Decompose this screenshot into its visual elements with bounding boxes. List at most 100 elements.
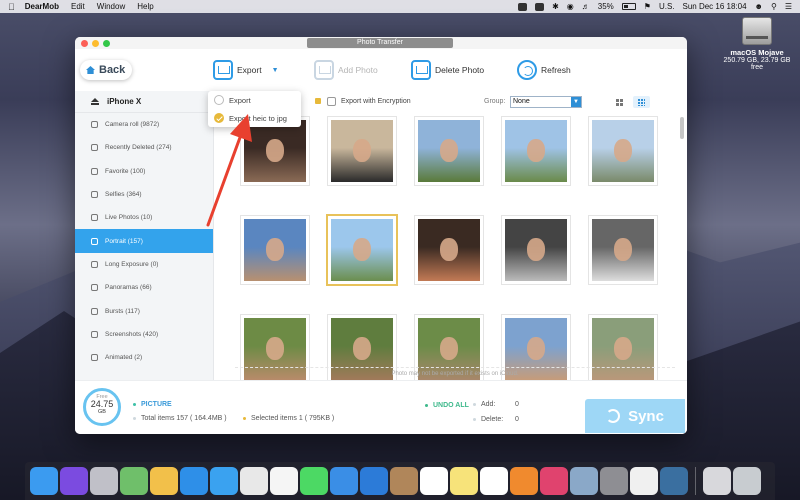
sidebar-item[interactable]: Recently Deleted (274) [75,136,213,159]
notes-icon[interactable] [450,467,478,495]
burst-icon [91,307,98,315]
add-photo-label: Add Photo [338,65,378,75]
reminders-icon[interactable] [480,467,508,495]
add-count-value: 0 [515,401,519,408]
storage-value: 24.75 [90,399,114,409]
menu-bar:  DearMob Edit Window Help ✱ ◉ ♬ 35% ⚑ U… [0,0,800,13]
finder-icon[interactable] [30,467,58,495]
siri-icon[interactable] [60,467,88,495]
notification-center-icon[interactable]: ☰ [785,2,792,11]
textedit-icon[interactable] [630,467,658,495]
photo-thumbnail[interactable] [589,216,657,284]
apple-icon[interactable]:  [8,2,15,12]
cast-icon[interactable] [518,2,528,11]
preview-icon[interactable] [570,467,598,495]
portrait-subject [526,237,546,262]
app-icon[interactable] [360,467,388,495]
wifi-icon[interactable]: ◉ [567,2,574,11]
photo-image [592,120,654,182]
encryption-checkbox[interactable] [327,97,336,106]
maps-icon[interactable] [120,467,148,495]
chrome-icon[interactable] [240,467,268,495]
volume-icon[interactable]: ♬ [582,2,590,11]
export-dropdown-icon[interactable]: ▼ [272,67,279,74]
clock[interactable]: Sun Dec 16 18:04 [683,2,747,11]
trash-icon[interactable] [733,467,761,495]
undo-all-button[interactable]: UNDO ALL [425,402,469,409]
speeko-icon[interactable] [540,467,568,495]
back-button[interactable]: Back [80,60,132,80]
export-menu-item-export[interactable]: Export [208,91,301,109]
sidebar-item[interactable]: Screenshots (420) [75,323,213,346]
menu-help[interactable]: Help [137,2,153,11]
photo-image [331,120,393,182]
photo-image [505,219,567,281]
portrait-subject [439,237,459,262]
app-store-icon[interactable] [180,467,208,495]
photo-thumbnail[interactable] [502,117,570,185]
photo-thumbnail[interactable] [502,216,570,284]
sidebar-item[interactable]: Favorite (100) [75,160,213,183]
messages-icon[interactable] [300,467,328,495]
bluetooth-icon[interactable]: ✱ [552,2,559,11]
sync-button[interactable]: Sync [585,399,685,433]
group-label: Group: [484,98,506,105]
calendar-icon[interactable] [420,467,448,495]
launchpad-icon[interactable] [90,467,118,495]
menu-app[interactable]: DearMob [25,2,59,11]
refresh-button[interactable]: Refresh [517,59,571,81]
keyboard-viewer-icon[interactable] [703,467,731,495]
group-select[interactable]: None ▼ [510,96,582,108]
menu-edit[interactable]: Edit [71,2,85,11]
delete-photo-label: Delete Photo [435,65,485,75]
user-icon[interactable]: ☻ [755,2,763,11]
books-icon[interactable] [510,467,538,495]
sidebar-item[interactable]: Portrait (157) [75,229,213,253]
tweetbot-icon[interactable] [330,467,358,495]
footer: Free 24.75 GB PICTURE Total items 157 ( … [75,380,687,434]
device-header[interactable]: iPhone X [75,91,213,113]
dearmob-icon[interactable] [660,467,688,495]
user-icon [91,191,98,199]
safari-icon[interactable] [210,467,238,495]
minimize-button[interactable] [92,40,99,47]
portrait-subject [265,237,285,262]
notefile-icon[interactable] [390,467,418,495]
photo-thumbnail[interactable] [415,117,483,185]
photo-thumbnail[interactable] [589,117,657,185]
photo-thumbnail[interactable] [328,216,396,284]
battery-icon[interactable] [621,3,636,10]
grid-scrollbar[interactable] [680,117,684,139]
portrait-subject [265,336,285,361]
large-grid-view-button[interactable] [611,96,628,108]
desktop-disk[interactable]: macOS Mojave 250.79 GB, 23.79 GB free [722,17,792,71]
photo-thumbnail[interactable] [415,216,483,284]
disk-info: 250.79 GB, 23.79 GB free [723,57,791,71]
sidebar-item[interactable]: Selfies (364) [75,183,213,206]
delete-photo-button[interactable]: Delete Photo [411,59,484,81]
sidebar-item[interactable]: Camera roll (9872) [75,113,213,136]
animated-icon [91,354,98,362]
sidebar-item[interactable]: Bursts (117) [75,299,213,322]
sidebar-item-label: Camera roll (9872) [105,121,160,129]
photo-image [505,120,567,182]
sidebar-item[interactable]: Live Photos (10) [75,206,213,229]
add-photo-button[interactable]: Add Photo [314,59,378,81]
zoom-button[interactable] [103,40,110,47]
export-button[interactable]: Export ▼ [213,59,279,81]
sidebar-item[interactable]: Animated (2) [75,346,213,369]
sidebar-item[interactable]: Panoramas (66) [75,276,213,299]
small-grid-view-button[interactable] [633,96,650,108]
close-button[interactable] [81,40,88,47]
flag-icon[interactable]: ⚑ [644,2,651,11]
screen-icon[interactable] [535,2,545,11]
slack-icon[interactable] [270,467,298,495]
sidebar-item[interactable]: Long Exposure (0) [75,253,213,276]
preferences-icon[interactable] [600,467,628,495]
photo-thumbnail[interactable] [328,117,396,185]
eject-icon[interactable] [91,98,99,105]
input-source[interactable]: U.S. [659,2,675,11]
photos-icon[interactable] [150,467,178,495]
spotlight-icon[interactable]: ⚲ [771,2,777,11]
menu-window[interactable]: Window [97,2,125,11]
